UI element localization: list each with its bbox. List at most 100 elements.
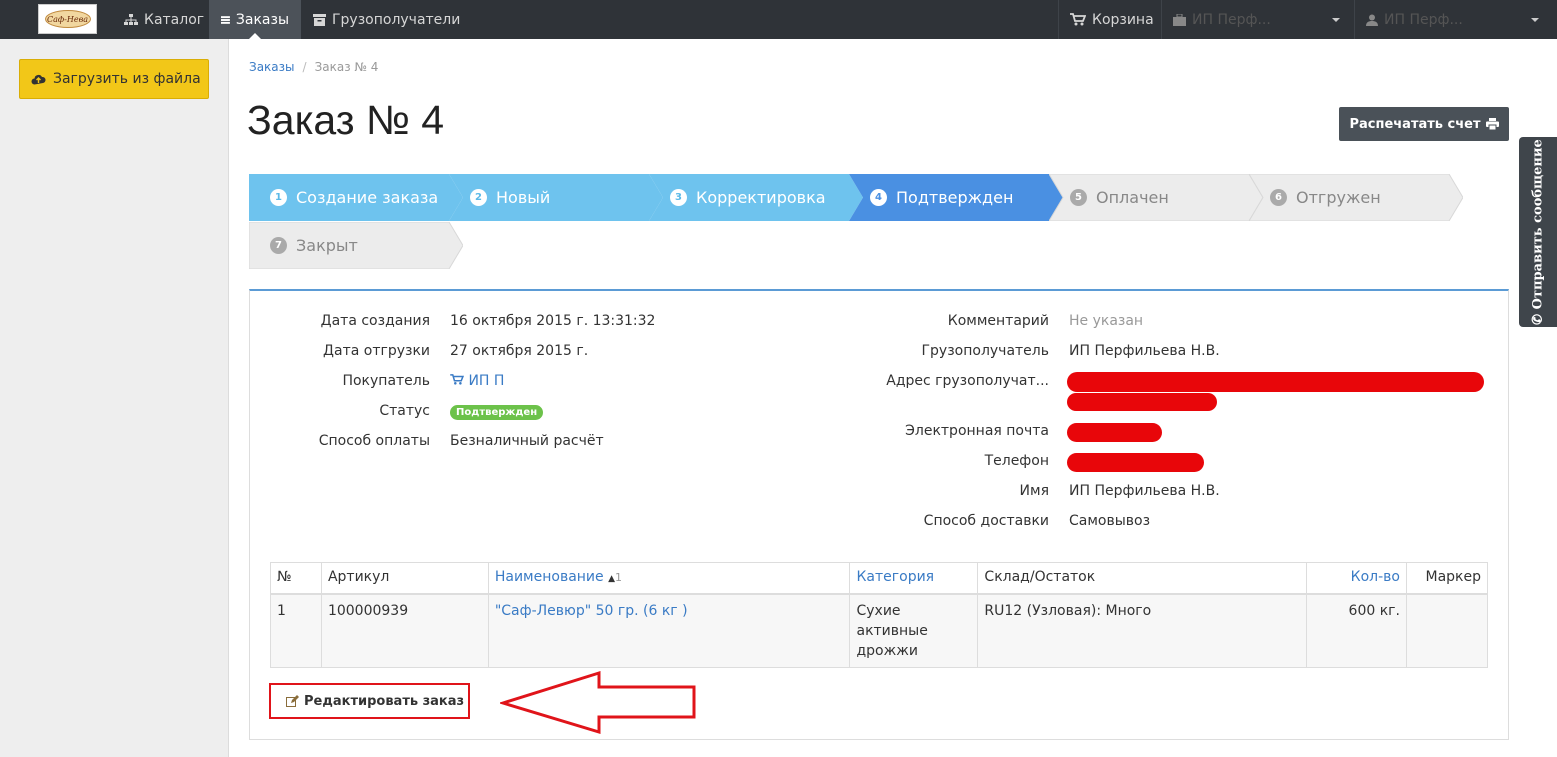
col-header-number: № bbox=[270, 562, 322, 595]
step-number: 2 bbox=[470, 189, 487, 206]
product-name-link[interactable]: "Саф-Левюр" 50 гр. (6 кг ) bbox=[487, 593, 851, 668]
step-number: 5 bbox=[1070, 189, 1087, 206]
cloud-upload-icon bbox=[31, 74, 46, 85]
step-label: Корректировка bbox=[696, 188, 826, 207]
upload-button-label: Загрузить из файла bbox=[53, 71, 201, 87]
cart-icon bbox=[450, 374, 465, 385]
cell-stock: RU12 (Узловая): Много bbox=[977, 593, 1308, 668]
send-message-tab[interactable]: ✆ Отправить сообщение bbox=[1519, 137, 1557, 327]
nav-user-menu[interactable]: ИП Перф... bbox=[1354, 0, 1557, 39]
brand-logo[interactable]: Саф-Нева bbox=[38, 4, 97, 34]
nav-catalog-label: Каталог bbox=[144, 11, 205, 28]
step-label: Создание заказа bbox=[296, 188, 439, 207]
comment-value: Не указан bbox=[1069, 313, 1144, 329]
col-header-name-label: Наименование bbox=[494, 569, 604, 585]
phone-icon: ✆ bbox=[1530, 313, 1546, 325]
created-date-value: 16 октября 2015 г. 13:31:32 bbox=[450, 313, 656, 329]
order-items-table: № Артикул Наименование ▲1 Категория Скла… bbox=[270, 562, 1489, 668]
nav-consignees-label: Грузополучатели bbox=[332, 11, 461, 28]
nav-consignees[interactable]: Грузополучатели bbox=[301, 0, 472, 39]
print-invoice-button[interactable]: Распечатать счет bbox=[1339, 107, 1509, 141]
col-header-category[interactable]: Категория bbox=[849, 562, 979, 595]
phone-label: Телефон bbox=[984, 453, 1049, 469]
created-date-label: Дата создания bbox=[320, 313, 430, 329]
comment-label: Комментарий bbox=[947, 313, 1049, 329]
nav-cart[interactable]: Корзина bbox=[1058, 0, 1166, 39]
cell-qty: 600 кг. bbox=[1306, 593, 1407, 668]
breadcrumb-separator: / bbox=[302, 60, 307, 74]
col-header-qty[interactable]: Кол-во bbox=[1306, 562, 1407, 595]
consignee-value: ИП Перфильева Н.В. bbox=[1069, 343, 1220, 359]
name-value: ИП Перфильева Н.В. bbox=[1069, 483, 1220, 499]
cell-number: 1 bbox=[270, 593, 322, 668]
step-4: 4 Подтвержден bbox=[849, 174, 1063, 221]
shipping-date-value: 27 октября 2015 г. bbox=[450, 343, 589, 359]
sort-index: 1 bbox=[615, 571, 623, 584]
archive-icon bbox=[313, 13, 326, 26]
redacted-email bbox=[1067, 423, 1162, 442]
nav-catalog[interactable]: Каталог bbox=[112, 0, 216, 39]
sort-asc-icon: ▲ bbox=[608, 574, 616, 584]
nav-company-menu[interactable]: ИП Перф... bbox=[1161, 0, 1354, 39]
page-title: Заказ № 4 bbox=[247, 97, 445, 143]
cell-marker bbox=[1405, 593, 1489, 668]
breadcrumb-orders-link[interactable]: Заказы bbox=[249, 60, 295, 74]
step-2: 2 Новый bbox=[449, 174, 663, 221]
send-message-text: Отправить сообщение bbox=[1530, 139, 1546, 310]
redacted-phone bbox=[1067, 453, 1204, 472]
step-number: 1 bbox=[270, 189, 287, 206]
step-1: 1 Создание заказа bbox=[249, 174, 463, 221]
step-label: Закрыт bbox=[296, 236, 358, 255]
cell-category: Сухие активные дрожжи bbox=[849, 593, 979, 668]
step-label: Новый bbox=[496, 188, 551, 207]
buyer-value: ИП П bbox=[468, 373, 505, 389]
cell-sku: 100000939 bbox=[320, 593, 489, 668]
step-number: 6 bbox=[1270, 189, 1287, 206]
breadcrumb: Заказы / Заказ № 4 bbox=[249, 60, 378, 74]
col-header-sku: Артикул bbox=[320, 562, 489, 595]
nav-cart-label: Корзина bbox=[1092, 11, 1154, 28]
nav-user-label: ИП Перф... bbox=[1384, 11, 1463, 28]
print-icon bbox=[1485, 118, 1499, 130]
step-label: Отгружен bbox=[1296, 188, 1381, 207]
sidebar bbox=[0, 39, 229, 757]
step-7: 7 Закрыт bbox=[249, 222, 463, 269]
logo-text: Саф-Нева bbox=[44, 10, 91, 28]
payment-method-label: Способ оплаты bbox=[318, 433, 430, 449]
col-header-stock: Склад/Остаток bbox=[977, 562, 1308, 595]
step-number: 7 bbox=[270, 237, 287, 254]
edit-icon bbox=[286, 695, 299, 707]
consignee-label: Грузополучатель bbox=[921, 343, 1050, 359]
delivery-method-value: Самовывоз bbox=[1069, 513, 1151, 529]
chevron-down-icon bbox=[1531, 17, 1539, 22]
table-header-row: № Артикул Наименование ▲1 Категория Скла… bbox=[270, 562, 1489, 595]
redacted-address bbox=[1067, 372, 1484, 392]
step-number: 3 bbox=[670, 189, 687, 206]
edit-order-button[interactable]: Редактировать заказ bbox=[269, 683, 470, 719]
step-6: 6 Отгружен bbox=[1249, 174, 1463, 221]
top-navbar: Саф-Нева Каталог Заказы Грузополучатели … bbox=[0, 0, 1557, 39]
col-header-marker: Маркер bbox=[1405, 562, 1489, 595]
nav-orders-label: Заказы bbox=[235, 11, 289, 28]
step-5: 5 Оплачен bbox=[1049, 174, 1263, 221]
annotation-arrow-icon bbox=[500, 670, 696, 735]
edit-order-label: Редактировать заказ bbox=[304, 693, 465, 709]
col-header-name[interactable]: Наименование ▲1 bbox=[487, 562, 851, 595]
shipping-date-label: Дата отгрузки bbox=[323, 343, 430, 359]
print-button-label: Распечатать счет bbox=[1349, 116, 1481, 132]
step-3: 3 Корректировка bbox=[649, 174, 863, 221]
chevron-down-icon bbox=[1332, 17, 1340, 22]
buyer-label: Покупатель bbox=[342, 373, 430, 389]
payment-method-value: Безналичный расчёт bbox=[450, 433, 604, 449]
sitemap-icon bbox=[124, 13, 138, 25]
nav-company-label: ИП Перф... bbox=[1192, 11, 1271, 28]
user-icon bbox=[1366, 14, 1378, 26]
buyer-link[interactable]: ИП П bbox=[450, 373, 504, 389]
briefcase-icon bbox=[1173, 13, 1186, 26]
table-row: 1 100000939 "Саф-Левюр" 50 гр. (6 кг ) С… bbox=[270, 593, 1489, 668]
upload-from-file-button[interactable]: Загрузить из файла bbox=[19, 59, 209, 99]
status-label: Статус bbox=[379, 403, 430, 419]
breadcrumb-current: Заказ № 4 bbox=[314, 60, 379, 74]
status-badge: Подтвержден bbox=[450, 405, 544, 420]
redacted-address-line2 bbox=[1067, 393, 1217, 411]
